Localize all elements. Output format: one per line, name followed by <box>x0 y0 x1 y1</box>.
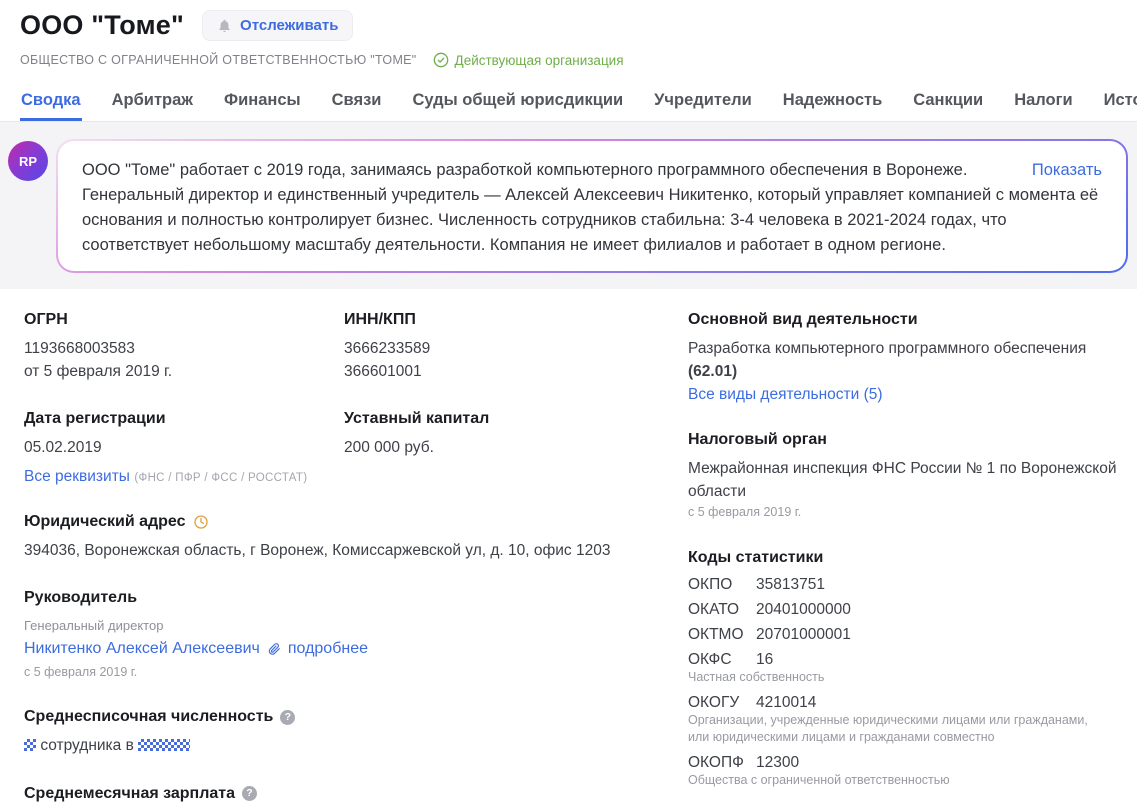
tab-sankcii[interactable]: Санкции <box>912 83 984 121</box>
main-content: ОГРН 1193668003583 от 5 февраля 2019 г. … <box>0 289 1137 811</box>
avatar: RP <box>8 141 48 181</box>
registration-date-value: 05.02.2019 <box>24 437 344 459</box>
page-header: ООО "Томе" Отслеживать ОБЩЕСТВО С ОГРАНИ… <box>0 0 1137 68</box>
tab-nadezhnost[interactable]: Надежность <box>782 83 883 121</box>
code-row: ОКПО 35813751 <box>688 576 1137 594</box>
tab-finansy[interactable]: Финансы <box>223 83 302 121</box>
code-value: 35813751 <box>756 576 825 594</box>
requisites-sources: (ФНС / ПФР / ФСС / РОССТАТ) <box>134 472 307 484</box>
follow-button[interactable]: Отслеживать <box>202 10 353 41</box>
status-badge: Действующая организация <box>433 52 624 68</box>
ogrn-value: 1193668003583 <box>24 338 344 360</box>
follow-button-label: Отслеживать <box>240 17 338 34</box>
censored-value <box>138 739 190 751</box>
all-activities-link[interactable]: Все виды деятельности (5) <box>688 386 883 403</box>
salary-label: Среднемесячная зарплата <box>24 785 235 803</box>
tab-bar: Сводка Арбитраж Финансы Связи Суды общей… <box>0 83 1137 122</box>
head-name-link[interactable]: Никитенко Алексей Алексеевич <box>24 640 260 658</box>
help-icon[interactable]: ? <box>280 710 295 725</box>
code-note: Общества с ограниченной ответственностью <box>688 772 1108 789</box>
inn-value: 3666233589 <box>344 338 644 360</box>
tab-svodka[interactable]: Сводка <box>20 83 82 121</box>
tax-authority-since: с 5 февраля 2019 г. <box>688 503 1137 522</box>
salary-section: Среднемесячная зарплата ? руб в году <box>24 785 644 811</box>
head-section: Руководитель Генеральный директор Никите… <box>24 589 644 681</box>
code-name: ОКОГУ <box>688 694 746 712</box>
company-full-name: ОБЩЕСТВО С ОГРАНИЧЕННОЙ ОТВЕТСТВЕННОСТЬЮ… <box>20 53 417 67</box>
code-row: ОКАТО 20401000000 <box>688 601 1137 619</box>
check-circle-icon <box>433 52 449 68</box>
tab-uchrediteli[interactable]: Учредители <box>653 83 753 121</box>
summary-card: Показать ООО "Томе" работает с 2019 года… <box>56 139 1128 273</box>
code-row: ОКФС 16 <box>688 651 1137 669</box>
capital-section: Уставный капитал 200 000 руб. <box>344 410 644 485</box>
right-column: Основной вид деятельности Разработка ком… <box>644 311 1137 811</box>
legal-address-value: 394036, Воронежская область, г Воронеж, … <box>24 540 644 562</box>
code-value: 20701000001 <box>756 626 851 644</box>
tax-authority-section: Налоговый орган Межрайонная инспекция ФН… <box>688 431 1137 522</box>
code-value: 20401000000 <box>756 601 851 619</box>
registration-date-label: Дата регистрации <box>24 410 344 428</box>
legal-address-label: Юридический адрес <box>24 513 186 531</box>
paperclip-icon <box>267 642 281 656</box>
tax-authority-label: Налоговый орган <box>688 431 1137 449</box>
code-name: ОКПО <box>688 576 746 594</box>
activity-label: Основной вид деятельности <box>688 311 1137 329</box>
kpp-value: 366601001 <box>344 361 644 383</box>
tab-sudy[interactable]: Суды общей юрисдикции <box>411 83 624 121</box>
bell-icon <box>217 18 232 34</box>
tax-authority-value: Межрайонная инспекция ФНС России № 1 по … <box>688 458 1118 503</box>
capital-label: Уставный капитал <box>344 410 644 428</box>
ogrn-section: ОГРН 1193668003583 от 5 февраля 2019 г. <box>24 311 344 383</box>
inn-kpp-section: ИНН/КПП 3666233589 366601001 <box>344 311 644 383</box>
clock-icon[interactable] <box>193 514 209 530</box>
code-value: 16 <box>756 651 773 669</box>
head-label: Руководитель <box>24 589 644 607</box>
headcount-text: сотрудника в <box>40 737 134 754</box>
head-details-link[interactable]: подробнее <box>288 640 368 658</box>
statistics-codes-section: Коды статистики ОКПО 35813751 ОКАТО 2040… <box>688 549 1137 789</box>
help-icon[interactable]: ? <box>242 786 257 801</box>
code-note: Организации, учрежденные юридическими ли… <box>688 712 1108 746</box>
tab-svyazi[interactable]: Связи <box>331 83 383 121</box>
code-row: ОКОГУ 4210014 <box>688 694 1137 712</box>
legal-address-section: Юридический адрес 394036, Воронежская об… <box>24 513 644 562</box>
code-value: 4210014 <box>756 694 816 712</box>
tab-istoriya[interactable]: История <box>1103 83 1137 121</box>
left-column: ОГРН 1193668003583 от 5 февраля 2019 г. … <box>24 311 644 811</box>
inn-kpp-label: ИНН/КПП <box>344 311 644 329</box>
code-name: ОКОПФ <box>688 754 746 772</box>
code-row: ОКТМО 20701000001 <box>688 626 1137 644</box>
summary-section: RP Показать ООО "Томе" работает с 2019 г… <box>0 122 1137 289</box>
registration-date-section: Дата регистрации 05.02.2019 Все реквизит… <box>24 410 344 485</box>
code-name: ОКФС <box>688 651 746 669</box>
summary-text: ООО "Томе" работает с 2019 года, занимая… <box>82 161 1098 254</box>
code-name: ОКТМО <box>688 626 746 644</box>
censored-value <box>24 739 36 751</box>
tab-nalogi[interactable]: Налоги <box>1013 83 1073 121</box>
all-requisites-link[interactable]: Все реквизиты <box>24 468 130 485</box>
head-position: Генеральный директор <box>24 616 644 636</box>
activity-value: Разработка компьютерного программного об… <box>688 340 1086 357</box>
tab-arbitrazh[interactable]: Арбитраж <box>111 83 194 121</box>
status-badge-label: Действующая организация <box>455 53 624 68</box>
activity-code: (62.01) <box>688 363 737 380</box>
code-note: Частная собственность <box>688 669 1108 686</box>
ogrn-label: ОГРН <box>24 311 344 329</box>
statistics-codes-label: Коды статистики <box>688 549 1137 567</box>
headcount-label: Среднесписочная численность <box>24 708 273 726</box>
headcount-section: Среднесписочная численность ? сотрудника… <box>24 708 644 757</box>
show-more-link[interactable]: Показать <box>1032 158 1102 183</box>
code-row: ОКОПФ 12300 <box>688 754 1137 772</box>
activity-section: Основной вид деятельности Разработка ком… <box>688 311 1137 404</box>
page-title: ООО "Томе" <box>20 10 184 41</box>
code-value: 12300 <box>756 754 799 772</box>
capital-value: 200 000 руб. <box>344 437 644 459</box>
code-name: ОКАТО <box>688 601 746 619</box>
ogrn-date: от 5 февраля 2019 г. <box>24 361 344 383</box>
head-since: с 5 февраля 2019 г. <box>24 663 644 682</box>
